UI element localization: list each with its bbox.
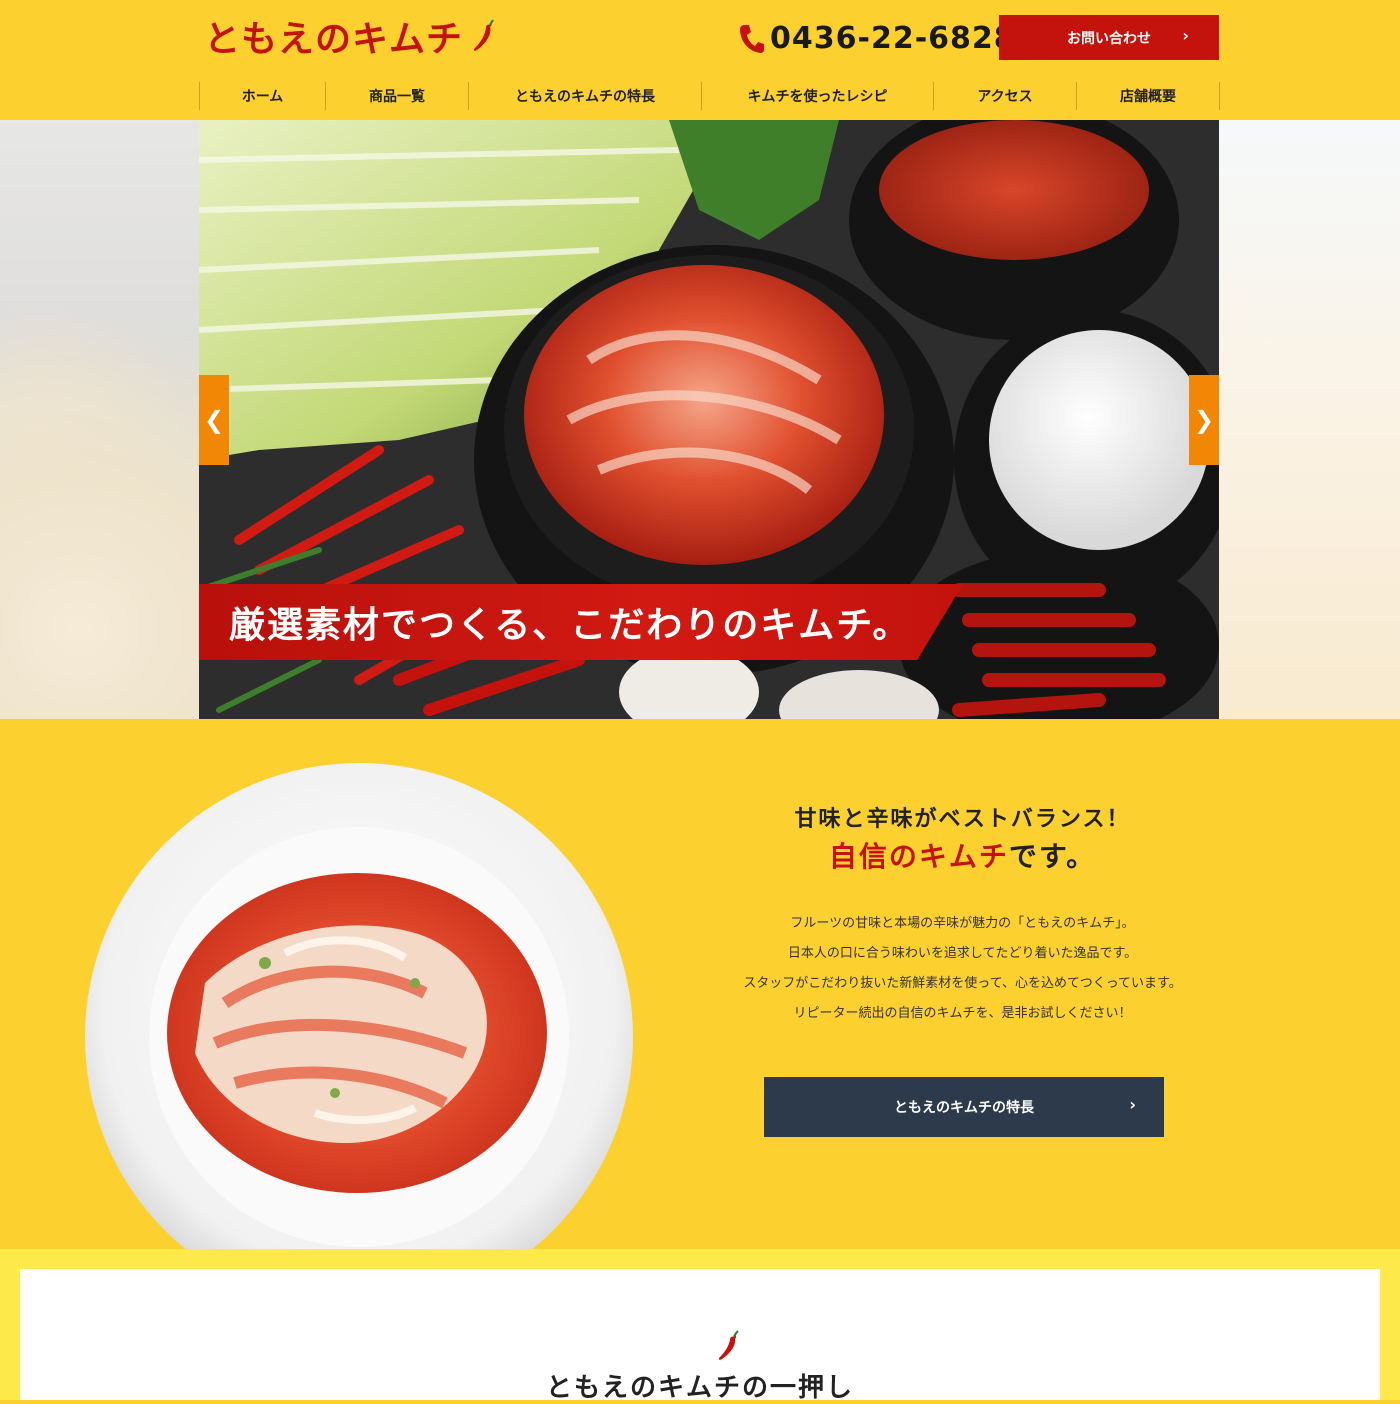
chevron-left-icon: ❮ bbox=[203, 406, 225, 434]
chevron-right-icon: › bbox=[1129, 1095, 1136, 1114]
hero-next-slide-preview bbox=[1219, 120, 1400, 719]
chili-pepper-icon bbox=[718, 1330, 739, 1360]
kimchi-plate-image bbox=[85, 763, 633, 1311]
intro-description: フルーツの甘味と本場の辛味が魅力の「ともえのキムチ」。 日本人の口に合う味わいを… bbox=[700, 909, 1225, 1029]
nav-item-access[interactable]: アクセス bbox=[933, 82, 1076, 110]
main-nav: ホーム 商品一覧 ともえのキムチの特長 キムチを使ったレシピ アクセス 店舗概要 bbox=[199, 82, 1220, 110]
hero-prev-slide-preview bbox=[0, 120, 199, 719]
nav-item-label: 店舗概要 bbox=[1120, 89, 1176, 105]
phone-number: 0436-22-6828 bbox=[770, 20, 1016, 56]
intro-description-line: スタッフがこだわり抜いた新鮮素材を使って、心を込めてつくっています。 bbox=[743, 976, 1182, 991]
hero-caption-banner: 厳選素材でつくる、こだわりのキムチ。 bbox=[199, 584, 963, 660]
intro-description-line: 日本人の口に合う味わいを追求してたどり着いた逸品です。 bbox=[787, 946, 1138, 961]
features-button-label: ともえのキムチの特長 bbox=[894, 1100, 1034, 1116]
site-logo[interactable]: ともえのキムチ bbox=[204, 12, 497, 60]
contact-button[interactable]: お問い合わせ › bbox=[999, 15, 1219, 60]
hero-slider: 厳選素材でつくる、こだわりのキムチ。 bbox=[199, 120, 1219, 719]
slider-next-button[interactable]: ❯ bbox=[1189, 375, 1219, 465]
nav-item-label: ホーム bbox=[241, 89, 284, 105]
recommended-section: ともえのキムチの一押し bbox=[0, 1249, 1400, 1403]
hero-caption: 厳選素材でつくる、こだわりのキムチ。 bbox=[229, 604, 911, 646]
phone-icon bbox=[740, 25, 764, 53]
intro-subheading-rest: です。 bbox=[1008, 840, 1097, 873]
site-header: ともえのキムチ 0436-22-6828 お問い合わせ › ホーム 商品一覧 と… bbox=[0, 0, 1400, 120]
nav-item-features[interactable]: ともえのキムチの特長 bbox=[468, 82, 701, 110]
slider-prev-button[interactable]: ❮ bbox=[199, 375, 229, 465]
features-button[interactable]: ともえのキムチの特長 › bbox=[764, 1077, 1164, 1137]
logo-text: ともえのキムチ bbox=[204, 19, 464, 60]
nav-item-home[interactable]: ホーム bbox=[199, 82, 325, 110]
nav-item-recipes[interactable]: キムチを使ったレシピ bbox=[701, 82, 933, 110]
chevron-right-icon: ❯ bbox=[1193, 406, 1215, 434]
intro-section: 甘味と辛味がベストバランス！ 自信のキムチです。 フルーツの甘味と本場の辛味が魅… bbox=[0, 719, 1400, 1311]
nav-item-store-info[interactable]: 店舗概要 bbox=[1076, 82, 1220, 110]
nav-item-label: アクセス bbox=[977, 89, 1033, 105]
phone-contact[interactable]: 0436-22-6828 bbox=[738, 18, 1016, 58]
nav-item-label: ともえのキムチの特長 bbox=[515, 89, 655, 105]
intro-description-line: フルーツの甘味と本場の辛味が魅力の「ともえのキムチ」。 bbox=[790, 916, 1135, 931]
intro-heading: 甘味と辛味がベストバランス！ bbox=[794, 806, 1131, 832]
intro-description-line: リピーター続出の自信のキムチを、是非お試しください！ bbox=[793, 1006, 1132, 1021]
nav-item-products[interactable]: 商品一覧 bbox=[325, 82, 468, 110]
nav-item-label: 商品一覧 bbox=[369, 89, 425, 105]
intro-subheading: 自信のキムチです。 bbox=[700, 835, 1225, 875]
intro-subheading-accent: 自信のキムチ bbox=[828, 840, 1009, 873]
chevron-right-icon: › bbox=[1182, 26, 1189, 45]
nav-item-label: キムチを使ったレシピ bbox=[747, 89, 888, 105]
recommended-panel: ともえのキムチの一押し bbox=[20, 1269, 1380, 1403]
chili-pepper-icon bbox=[473, 19, 494, 51]
section-title: ともえのキムチの一押し bbox=[545, 1373, 854, 1403]
contact-button-label: お問い合わせ bbox=[1067, 30, 1151, 47]
